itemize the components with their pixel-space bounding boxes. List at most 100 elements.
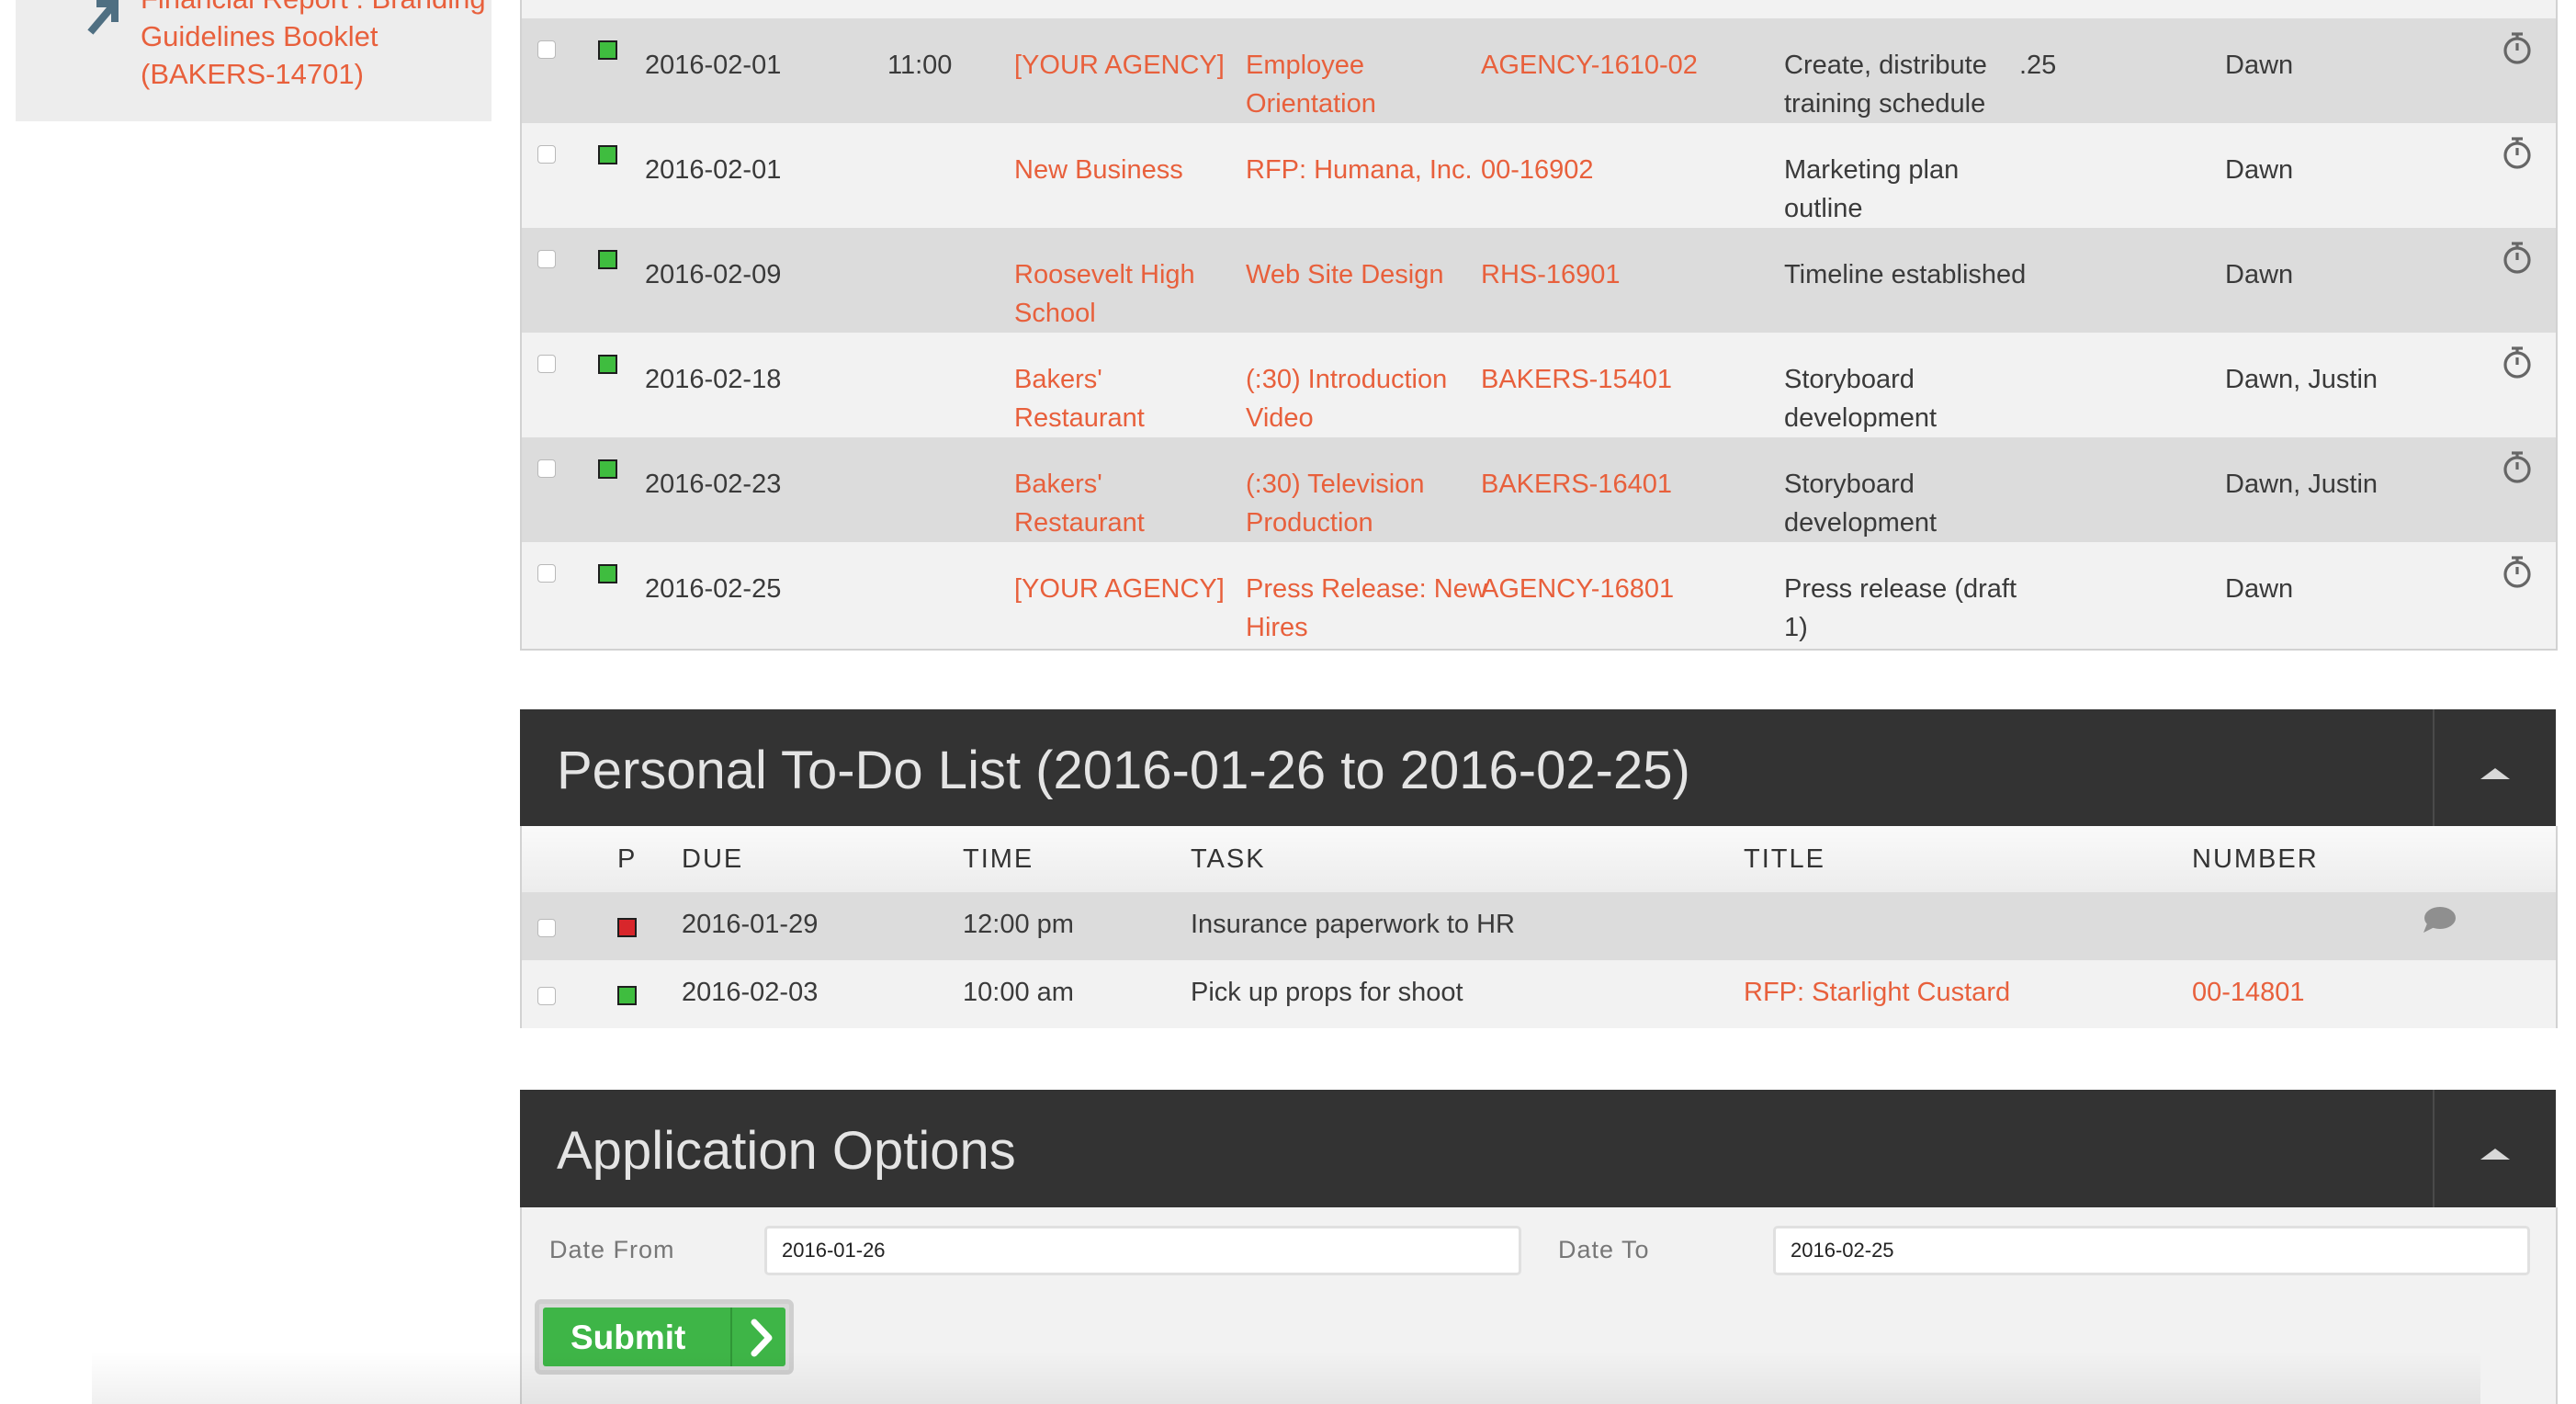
job-link[interactable]: (:30) Television Production: [1246, 465, 1494, 542]
todo-panel-header: Personal To-Do List (2016-01-26 to 2016-…: [520, 709, 2556, 832]
stopwatch-icon[interactable]: [2501, 344, 2534, 380]
task-text: Storyboard development: [1784, 470, 1938, 538]
title-link[interactable]: RFP: Starlight Custard: [1744, 978, 2166, 1008]
due-date: 2016-02-23: [645, 470, 782, 499]
options-panel-header: Application Options: [520, 1090, 2556, 1213]
priority-indicator: [598, 564, 617, 583]
date-from-label: Date From: [549, 1236, 675, 1263]
table-row: 2016-02-03 10:00 am Pick up props for shoo…: [522, 960, 2556, 1028]
row-checkbox[interactable]: [537, 145, 556, 164]
col-header-title[interactable]: TITLE: [1744, 844, 1825, 875]
todo-table: P DUE TIME TASK TITLE NUMBER 2016-01-29 1…: [520, 826, 2558, 1028]
schedule-table: 2016-02-01 11:00 [YOUR AGENCY] Employee Ori…: [520, 0, 2558, 651]
table-row: 2016-02-18 Bakers' Restaurant (:30) Introd…: [522, 333, 2556, 437]
staff-text: Dawn, Justin: [2225, 470, 2378, 499]
job-number-link[interactable]: RHS-16901: [1481, 255, 1775, 294]
client-link[interactable]: [YOUR AGENCY]: [1014, 570, 1235, 608]
row-checkbox[interactable]: [537, 987, 556, 1005]
due-time: 11:00: [887, 51, 953, 80]
job-link[interactable]: RFP: Humana, Inc.: [1246, 151, 1494, 189]
submit-button-face[interactable]: Submit: [543, 1308, 785, 1366]
table-row: 2016-02-23 Bakers' Restaurant (:30) Televi…: [522, 437, 2556, 542]
client-link[interactable]: Roosevelt High School: [1014, 255, 1235, 333]
task-text: Storyboard development: [1784, 365, 1938, 433]
due-date: 2016-01-29: [682, 910, 819, 939]
client-link[interactable]: Bakers' Restaurant: [1014, 360, 1235, 437]
todo-panel-title: Personal To-Do List (2016-01-26 to 2016-…: [557, 741, 1690, 800]
job-number-link[interactable]: BAKERS-16401: [1481, 465, 1775, 504]
task-text: Pick up props for shoot: [1191, 978, 1463, 1007]
due-date: 2016-02-03: [682, 978, 819, 1007]
header-divider: [2433, 1090, 2435, 1213]
submit-button[interactable]: Submit: [535, 1299, 794, 1375]
job-link[interactable]: Web Site Design: [1246, 255, 1494, 294]
stopwatch-icon[interactable]: [2501, 239, 2534, 276]
table-row: 2016-02-25 [YOUR AGENCY] Press Release: Ne…: [522, 542, 2556, 647]
col-header-priority: P: [617, 844, 638, 874]
staff-text: Dawn, Justin: [2225, 365, 2378, 394]
col-header-task[interactable]: TASK: [1191, 844, 1266, 875]
stopwatch-icon[interactable]: [2501, 29, 2534, 66]
row-checkbox[interactable]: [537, 919, 556, 937]
client-link[interactable]: Bakers' Restaurant: [1014, 465, 1235, 542]
client-link[interactable]: [YOUR AGENCY]: [1014, 46, 1235, 85]
staff-text: Dawn: [2225, 51, 2294, 80]
row-checkbox[interactable]: [537, 40, 556, 59]
priority-indicator: [598, 250, 617, 269]
job-number-link[interactable]: 00-16902: [1481, 151, 1775, 189]
priority-indicator: [598, 145, 617, 164]
col-header-number[interactable]: NUMBER: [2192, 844, 2319, 875]
task-text: Insurance paperwork to HR: [1191, 910, 1515, 939]
table-row: 2016-02-01 11:00 [YOUR AGENCY] Employee Ori…: [522, 18, 2556, 123]
due-date: 2016-02-01: [645, 51, 782, 80]
row-checkbox[interactable]: [537, 564, 556, 583]
date-to-input[interactable]: [1773, 1226, 2530, 1275]
job-link[interactable]: Employee Orientation: [1246, 46, 1494, 123]
job-number-link[interactable]: BAKERS-15401: [1481, 360, 1775, 399]
job-number-link[interactable]: AGENCY-1610-02: [1481, 46, 1775, 85]
priority-indicator: [617, 986, 637, 1005]
job-link[interactable]: (:30) Introduction Video: [1246, 360, 1494, 437]
row-checkbox[interactable]: [537, 355, 556, 373]
priority-indicator: [617, 918, 637, 937]
table-row: 2016-01-29 12:00 pm Insurance paperwork to…: [522, 892, 2556, 960]
due-date: 2016-02-09: [645, 260, 782, 289]
due-date: 2016-02-01: [645, 155, 782, 185]
comment-bubble-icon[interactable]: [2422, 905, 2457, 934]
due-date: 2016-02-18: [645, 365, 782, 394]
number-link[interactable]: 00-14801: [2192, 978, 2468, 1008]
row-checkbox[interactable]: [537, 250, 556, 268]
staff-text: Dawn: [2225, 260, 2294, 289]
task-text: Marketing plan outline: [1784, 155, 1960, 223]
client-link[interactable]: New Business: [1014, 151, 1235, 189]
task-text: Create, distribute training schedule: [1784, 51, 1987, 119]
collapse-caret-icon[interactable]: [2468, 1134, 2523, 1171]
due-time: 10:00 am: [963, 978, 1074, 1007]
priority-indicator: [598, 40, 617, 60]
job-link[interactable]: Press Release: New Hires: [1246, 570, 1494, 647]
table-row: 2016-02-09 Roosevelt High School Web Site …: [522, 228, 2556, 333]
chevron-right-icon: [751, 1319, 773, 1357]
todo-table-header: P DUE TIME TASK TITLE NUMBER: [522, 826, 2556, 892]
stopwatch-icon[interactable]: [2501, 553, 2534, 590]
staff-text: Dawn: [2225, 574, 2294, 604]
job-number-link[interactable]: AGENCY-16801: [1481, 570, 1775, 608]
priority-indicator: [598, 355, 617, 374]
staff-text: Dawn: [2225, 155, 2294, 185]
date-from-input[interactable]: [764, 1226, 1521, 1275]
submit-button-label: Submit: [571, 1319, 686, 1356]
table-row: 2016-02-01 New Business RFP: Humana, Inc. 0…: [522, 123, 2556, 228]
collapse-caret-icon[interactable]: [2468, 753, 2523, 790]
sidebar-link-financial-report[interactable]: Financial Report : Branding Guidelines B…: [141, 0, 490, 93]
col-header-time[interactable]: TIME: [963, 844, 1034, 875]
task-text: Timeline established: [1784, 260, 2027, 289]
submit-divider: [730, 1308, 732, 1366]
priority-indicator: [598, 459, 617, 479]
stopwatch-icon[interactable]: [2501, 448, 2534, 485]
stopwatch-icon[interactable]: [2501, 134, 2534, 171]
date-to-label: Date To: [1558, 1236, 1650, 1263]
row-checkbox[interactable]: [537, 459, 556, 478]
due-date: 2016-02-25: [645, 574, 782, 604]
col-header-due[interactable]: DUE: [682, 844, 743, 875]
hours-text: .25: [2019, 51, 2057, 80]
